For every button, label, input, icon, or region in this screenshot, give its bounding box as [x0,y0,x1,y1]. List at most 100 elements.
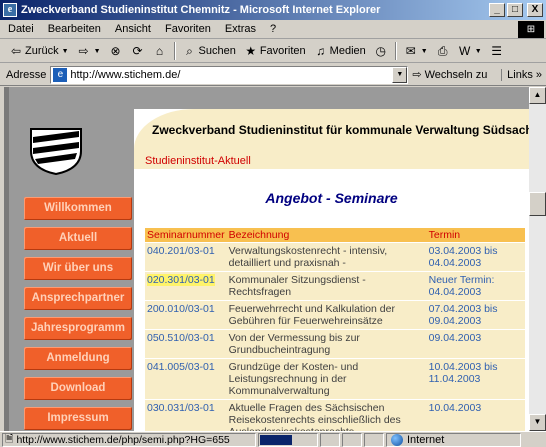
links-button[interactable]: Links » [501,68,542,81]
edit-button[interactable]: W ▼ [455,41,485,61]
seminar-number-link[interactable]: 040.201/03-01 [145,242,227,272]
menu-extras[interactable]: Extras [218,23,263,35]
vertical-scrollbar[interactable]: ▲ ▼ [529,87,546,431]
progress-fill [260,434,292,445]
menu-help[interactable]: ? [263,23,283,35]
media-label: Medien [329,45,366,57]
scroll-up-arrow-icon[interactable]: ▲ [529,87,546,104]
column-header-seminarnummer: Seminarnummer [145,228,227,243]
forward-arrow-icon: ⇨ [78,44,89,58]
mail-button[interactable]: ✉ ▼ [401,41,431,61]
window-title: Zweckverband Studieninstitut Chemnitz - … [21,4,381,16]
discuss-icon: ☰ [491,44,502,58]
status-url-panel: 🗎 http://www.stichem.de/php/semi.php?HG=… [2,432,256,447]
nav-aktuell[interactable]: Aktuell [24,227,132,250]
globe-icon [391,433,403,446]
nav-anmeldung[interactable]: Anmeldung [24,347,132,370]
seminar-number-link[interactable]: 041.005/03-01 [145,358,227,400]
highlighted-seminar-number[interactable]: 020.301/03-01 [147,274,215,286]
history-icon: ◷ [375,44,386,58]
seminar-description-text: Aktuelle Fragen des Sächsischen Reisekos… [228,402,401,431]
toolbar-separator [394,42,397,60]
table-row[interactable]: 030.031/03-01 Aktuelle Fragen des Sächsi… [145,399,525,431]
column-header-bezeichnung: Bezeichnung [226,228,427,243]
table-row[interactable]: 050.510/03-01 Von der Vermessung bis zur… [145,329,525,359]
breadcrumb[interactable]: Studieninstitut-Aktuell [145,155,251,167]
address-url: http://www.stichem.de/ [70,68,181,81]
seminar-date: 03.04.2003 bis 04.04.2003 [426,242,525,272]
seminar-description: Verwaltungskostenrecht - intensiv, detai… [226,242,427,272]
search-button[interactable]: ⌕ Suchen [180,41,239,61]
scroll-thumb[interactable] [529,192,546,216]
nav-jahresprogramm[interactable]: Jahresprogramm [24,317,132,340]
menu-bar: Datei Bearbeiten Ansicht Favoriten Extra… [0,20,546,39]
seminar-number-link[interactable]: 200.010/03-01 [145,300,227,330]
media-icon: ♫ [316,44,326,58]
history-button[interactable]: ◷ [371,41,391,61]
address-label: Adresse [6,68,47,81]
address-input[interactable]: e http://www.stichem.de/ ▼ [50,65,409,84]
page-icon: e [53,67,68,82]
back-button[interactable]: ⇦ Zurück ▼ [6,41,72,61]
nav-wir-ueber-uns[interactable]: Wir über uns [24,257,132,280]
forward-button[interactable]: ⇨ ▼ [74,41,104,61]
page-heading: Angebot - Seminare [265,190,398,206]
favorites-button[interactable]: ★ Favoriten [241,41,309,61]
menu-ansicht[interactable]: Ansicht [108,23,158,35]
zone-label: Internet [407,433,445,446]
seminar-description: Grundzüge der Kosten- und Leistungsrechn… [226,358,427,400]
menu-favoriten[interactable]: Favoriten [158,23,218,35]
table-row[interactable]: 020.301/03-01 Kommunaler Sitzungsdienst … [145,271,525,301]
nav-willkommen[interactable]: Willkommen [24,197,132,220]
refresh-button[interactable]: ⟳ [128,41,148,61]
title-bar[interactable]: e Zweckverband Studieninstitut Chemnitz … [0,0,546,20]
stop-button[interactable]: ⊗ [106,41,126,61]
table-row[interactable]: 040.201/03-01 Verwaltungskostenrecht - i… [145,242,525,272]
table-row[interactable]: 200.010/03-01 Feuerwehrrecht und Kalkula… [145,300,525,330]
seminar-number-link[interactable]: 020.301/03-01 [145,271,227,301]
seminar-description: Von der Vermessung bis zur Grundbucheint… [226,329,427,359]
print-icon: ⎙ [437,44,448,58]
seminar-number-link[interactable]: 050.510/03-01 [145,329,227,359]
seminar-number-link[interactable]: 030.031/03-01 [145,399,227,431]
chevron-down-icon: ▼ [61,47,69,55]
status-panel [320,432,340,447]
ie-app-icon: e [3,3,17,17]
go-button[interactable]: ⇨ Wechseln zu [412,68,487,82]
close-button[interactable]: X [527,3,543,17]
search-label: Suchen [198,45,236,57]
security-zone: Internet [386,432,521,447]
back-arrow-icon: ⇦ [10,44,22,58]
seminar-description: Kommunaler Sitzungsdienst - Rechtsfragen [226,271,427,301]
page-icon: 🗎 [5,432,14,445]
home-icon: ⌂ [155,44,164,58]
address-bar: Adresse e http://www.stichem.de/ ▼ ⇨ Wec… [0,64,546,86]
discuss-button[interactable]: ☰ [487,41,507,61]
scroll-down-arrow-icon[interactable]: ▼ [529,414,546,431]
window-controls: _ □ X [489,3,543,17]
nav-impressum[interactable]: Impressum [24,407,132,430]
progress-bar [258,432,318,447]
mail-icon: ✉ [405,44,416,58]
menu-datei[interactable]: Datei [0,23,41,35]
seminar-date: 09.04.2003 [426,329,525,359]
browser-window: e Zweckverband Studieninstitut Chemnitz … [0,0,546,447]
nav-download[interactable]: Download [24,377,132,400]
coat-of-arms-logo [30,128,82,175]
column-header-termin: Termin [426,228,525,243]
chevron-down-icon: ▼ [474,47,482,55]
table-header-row: Seminarnummer Bezeichnung Termin [145,228,525,243]
nav-ansprechpartner[interactable]: Ansprechpartner [24,287,132,310]
home-button[interactable]: ⌂ [150,41,170,61]
menu-bearbeiten[interactable]: Bearbeiten [41,23,108,35]
minimize-button[interactable]: _ [489,3,505,17]
media-button[interactable]: ♫ Medien [311,41,369,61]
status-panel [364,432,384,447]
chevron-down-icon[interactable]: ▼ [392,66,408,83]
table-row[interactable]: 041.005/03-01 Grundzüge der Kosten- und … [145,358,525,400]
seminar-date: Neuer Termin: 04.04.2003 [426,271,525,301]
print-button[interactable]: ⎙ [433,41,453,61]
favorites-icon: ★ [245,44,257,58]
maximize-button[interactable]: □ [507,3,523,17]
seminar-date: 10.04.2003 [426,399,525,431]
